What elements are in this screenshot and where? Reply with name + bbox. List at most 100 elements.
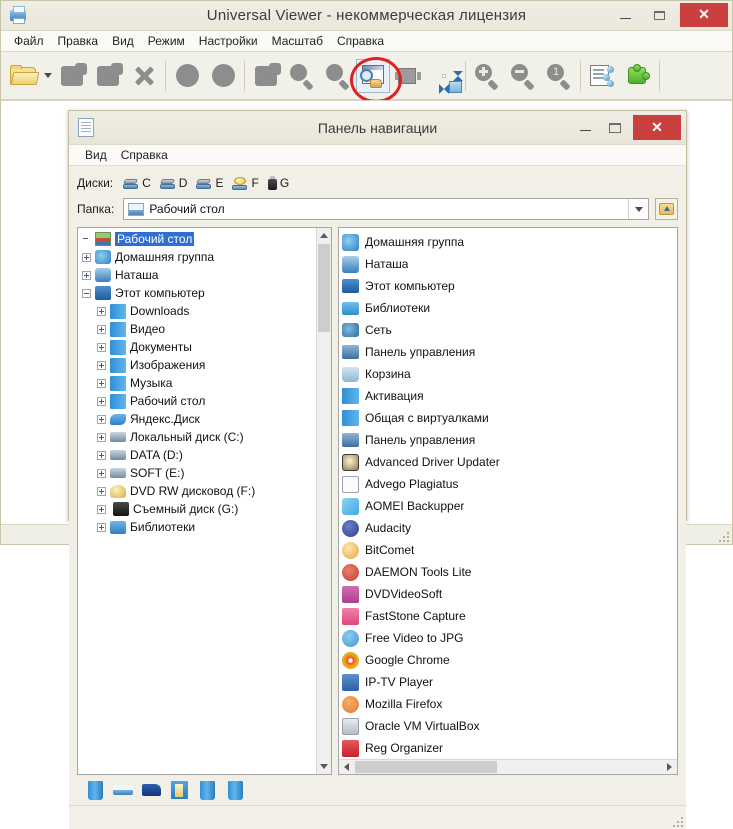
list-item[interactable]: Библиотеки <box>342 297 582 319</box>
filmstrip-button[interactable] <box>390 56 426 96</box>
shortcut-downloads[interactable] <box>193 777 221 803</box>
list-item[interactable]: Корзина <box>342 363 582 385</box>
tree-node[interactable]: Библиотеки <box>80 518 316 536</box>
expander-icon[interactable] <box>97 432 106 442</box>
scroll-left-button[interactable] <box>339 760 354 774</box>
shortcut-music[interactable] <box>221 777 249 803</box>
copy-button[interactable] <box>248 56 284 96</box>
list-item[interactable]: BitComet <box>342 539 582 561</box>
expander-icon[interactable] <box>97 360 106 370</box>
tree-node[interactable]: Съемный диск (G:) <box>80 500 316 518</box>
plugins-button[interactable] <box>620 56 656 96</box>
shortcut-desktop[interactable] <box>81 777 109 803</box>
tree-node[interactable]: Яндекс.Диск <box>80 410 316 428</box>
folder-combobox-dropdown[interactable] <box>628 199 648 219</box>
menu-item-edit[interactable]: Правка <box>51 31 106 51</box>
scrollbar-thumb[interactable] <box>318 244 330 332</box>
drive-d[interactable]: D <box>159 176 194 190</box>
menu-item-mode[interactable]: Режим <box>141 31 192 51</box>
resize-grip-icon[interactable] <box>717 530 729 542</box>
list-item[interactable]: Mozilla Firefox <box>342 693 582 715</box>
list-item[interactable]: Advego Plagiatus <box>342 473 582 495</box>
tree-node[interactable]: Этот компьютер <box>80 284 316 302</box>
expander-icon[interactable] <box>97 468 106 478</box>
list-item[interactable]: AOMEI Backupper <box>342 495 582 517</box>
navigation-panel-button[interactable] <box>356 58 390 93</box>
list-item[interactable]: Audacity <box>342 517 582 539</box>
expander-icon[interactable] <box>82 270 91 280</box>
list-item[interactable]: Oracle VM VirtualBox <box>342 715 582 737</box>
drive-e[interactable]: E <box>196 176 229 190</box>
shortcut-documents[interactable] <box>109 777 137 803</box>
menu-item-zoom[interactable]: Масштаб <box>265 31 330 51</box>
up-folder-button[interactable] <box>655 198 678 220</box>
list-item[interactable]: Advanced Driver Updater <box>342 451 582 473</box>
expander-icon[interactable] <box>97 414 106 424</box>
dialog-menu-item-help[interactable]: Справка <box>114 145 175 165</box>
scroll-down-button[interactable] <box>317 759 331 774</box>
tree-node[interactable]: Видео <box>80 320 316 338</box>
properties-button[interactable] <box>584 56 620 96</box>
dialog-resize-grip-icon[interactable] <box>671 815 683 827</box>
dialog-close-button[interactable]: ✕ <box>633 115 681 140</box>
expander-icon[interactable] <box>97 486 106 496</box>
menu-item-file[interactable]: Файл <box>7 31 51 51</box>
expander-icon[interactable] <box>82 252 91 262</box>
rotate-left-button[interactable] <box>169 56 205 96</box>
scroll-up-button[interactable] <box>317 228 331 243</box>
list-item[interactable]: DAEMON Tools Lite <box>342 561 582 583</box>
shortcut-pictures[interactable] <box>165 777 193 803</box>
tree-node[interactable]: Документы <box>80 338 316 356</box>
tree-node[interactable]: Downloads <box>80 302 316 320</box>
open-folder-button[interactable] <box>6 56 42 96</box>
minimize-button[interactable] <box>608 1 642 31</box>
expander-icon[interactable] <box>97 522 106 532</box>
tree-node[interactable]: Локальный диск (C:) <box>80 428 316 446</box>
expander-icon[interactable] <box>97 342 106 352</box>
previous-file-button[interactable] <box>54 56 90 96</box>
maximize-button[interactable] <box>642 1 676 31</box>
list-item[interactable]: IP-TV Player <box>342 671 582 693</box>
list-item[interactable]: Активация <box>342 385 582 407</box>
list-item[interactable]: Этот компьютер <box>342 275 582 297</box>
tree-node[interactable]: Наташа <box>80 266 316 284</box>
expander-icon[interactable] <box>97 504 106 514</box>
scroll-right-button[interactable] <box>662 760 677 774</box>
list-item[interactable]: Домашняя группа <box>342 231 582 253</box>
close-button[interactable]: ✕ <box>680 2 728 27</box>
expander-icon[interactable] <box>97 306 106 316</box>
tree-node[interactable]: Домашняя группа <box>80 248 316 266</box>
dialog-maximize-button[interactable] <box>600 122 630 133</box>
menu-item-view[interactable]: Вид <box>105 31 141 51</box>
find-button[interactable] <box>284 56 320 96</box>
tree-node[interactable]: Рабочий стол <box>80 230 316 248</box>
pan-button[interactable] <box>426 56 463 96</box>
list-item[interactable]: Наташа <box>342 253 582 275</box>
list-item[interactable]: DVDVideoSoft <box>342 583 582 605</box>
list-item[interactable]: FastStone Capture <box>342 605 582 627</box>
drive-f[interactable]: F <box>232 176 264 190</box>
list-horizontal-scrollbar[interactable] <box>339 759 677 774</box>
tree-node[interactable]: DATA (D:) <box>80 446 316 464</box>
delete-button[interactable] <box>126 56 162 96</box>
expander-icon[interactable] <box>82 288 91 298</box>
list-item[interactable]: Панель управления <box>342 341 582 363</box>
zoom-out-button[interactable] <box>505 56 541 96</box>
drive-c[interactable]: C <box>123 176 157 190</box>
next-file-button[interactable] <box>90 56 126 96</box>
list-item[interactable]: Free Video to JPG <box>342 627 582 649</box>
expander-icon[interactable] <box>97 396 106 406</box>
menu-item-settings[interactable]: Настройки <box>192 31 265 51</box>
dialog-menu-item-view[interactable]: Вид <box>78 145 114 165</box>
tree-node[interactable]: SOFT (E:) <box>80 464 316 482</box>
scrollbar-thumb[interactable] <box>355 761 497 773</box>
expander-icon[interactable] <box>97 450 106 460</box>
zoom-actual-button[interactable]: 1 <box>541 56 577 96</box>
tree-vertical-scrollbar[interactable] <box>316 228 331 774</box>
folder-combobox[interactable]: Рабочий стол <box>123 198 649 220</box>
dialog-minimize-button[interactable] <box>570 124 600 131</box>
zoom-in-button[interactable] <box>469 56 505 96</box>
expander-icon[interactable] <box>97 324 106 334</box>
list-item[interactable]: Google Chrome <box>342 649 582 671</box>
list-item[interactable]: Общая с виртуалками <box>342 407 582 429</box>
